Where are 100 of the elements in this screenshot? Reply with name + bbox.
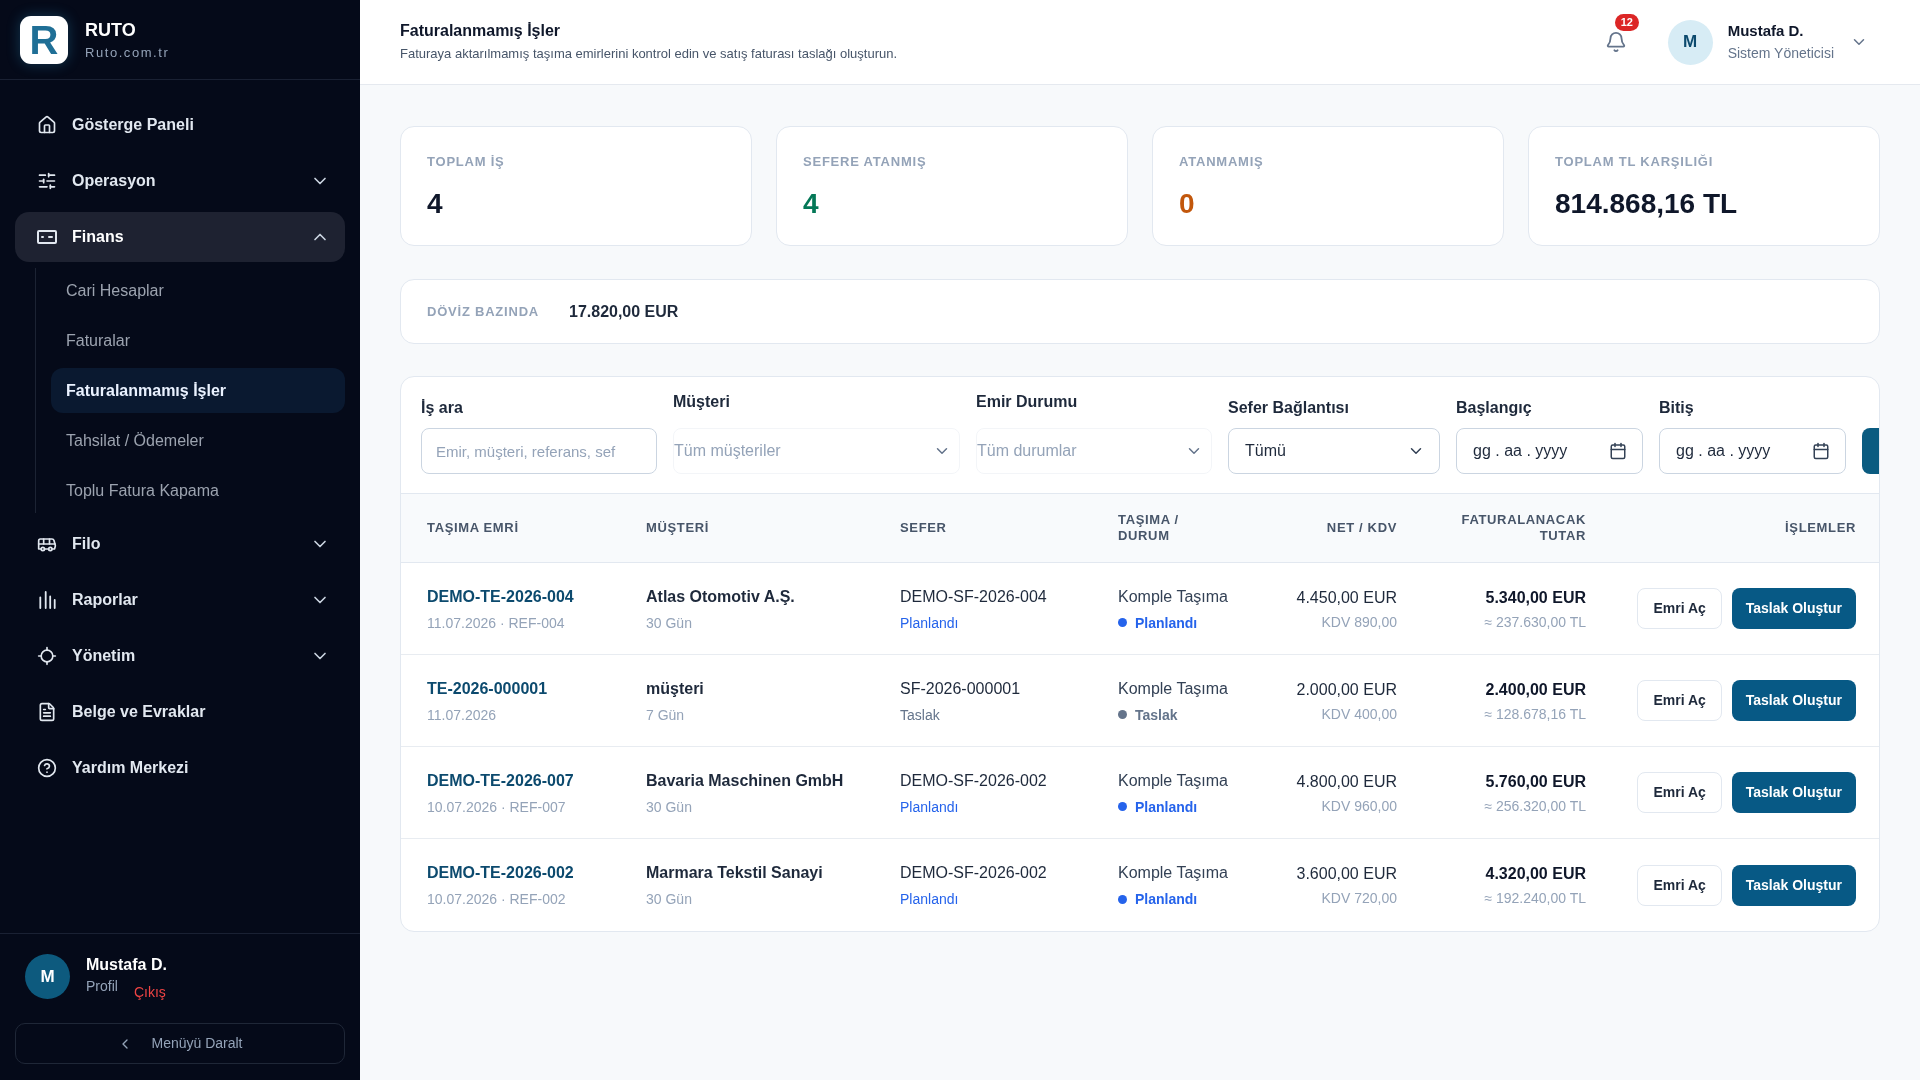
trip-number: DEMO-SF-2026-002	[900, 863, 1048, 883]
trip-number: SF-2026-000001	[900, 678, 1022, 699]
net-amount: 2.000,00 EUR	[1296, 679, 1397, 700]
status-label: Planlandı	[1135, 613, 1198, 633]
filter-label: Emir Durumu	[976, 392, 1079, 412]
brand-name: RUTO	[85, 18, 137, 41]
vat-amount: KDV 400,00	[1321, 704, 1397, 724]
column-header: NET / KDV	[1326, 520, 1397, 536]
create-draft-button[interactable]: Taslak Oluştur	[1731, 864, 1856, 906]
invoice-total: 4.320,00 EUR	[1485, 864, 1586, 884]
document-icon	[37, 702, 57, 722]
customer-name: Marmara Tekstil Sanayi	[646, 863, 824, 883]
date-field[interactable]: gg . aa . yyyy	[1659, 428, 1846, 474]
order-date: 10.07.2026 · REF-007	[427, 797, 567, 817]
filter-label: Sefer Bağlantısı	[1228, 398, 1350, 418]
user-avatar: M	[1667, 19, 1713, 65]
transport-type: Komple Taşıma	[1118, 678, 1229, 699]
column-header: FATURALANACAK TUTAR	[1460, 512, 1586, 544]
submenu-item[interactable]: Toplu Fatura Kapama	[51, 468, 345, 513]
brand-logo: R	[20, 15, 68, 64]
net-amount: 4.450,00 EUR	[1296, 587, 1397, 608]
help-icon	[37, 758, 57, 778]
open-order-button[interactable]: Emri Aç	[1637, 680, 1722, 721]
order-date: 11.07.2026	[427, 705, 498, 725]
stat-label: TOPLAM İŞ	[427, 153, 506, 171]
filter-label: Müşteri	[673, 392, 731, 412]
create-draft-button[interactable]: Taslak Oluştur	[1731, 588, 1856, 629]
filter-label: Bitiş	[1659, 398, 1695, 418]
invoice-total-try: ≈ 256.320,00 TL	[1484, 796, 1586, 816]
invoice-total: 5.340,00 EUR	[1485, 587, 1586, 608]
open-order-button[interactable]: Emri Aç	[1637, 772, 1722, 813]
collapse-menu-button[interactable]: Menüyü Daralt	[15, 1023, 345, 1064]
stat-value: 4	[427, 187, 444, 221]
order-date: 11.07.2026 · REF-004	[427, 613, 566, 633]
status-label: Planlandı	[1135, 890, 1198, 909]
stat-label: SEFERE ATANMIŞ	[803, 153, 928, 171]
calendar-icon[interactable]	[1609, 442, 1627, 460]
submenu-item[interactable]: Faturalar	[51, 318, 345, 363]
invoice-total-try: ≈ 192.240,00 TL	[1484, 889, 1586, 908]
nav-item[interactable]: Operasyon	[15, 156, 345, 206]
trip-status: Taslak	[900, 705, 941, 725]
vat-amount: KDV 720,00	[1321, 889, 1397, 908]
order-date: 10.07.2026 · REF-002	[427, 890, 567, 909]
logout-link[interactable]: Çıkış	[133, 982, 166, 1002]
payment-term: 30 Gün	[646, 797, 693, 817]
trip-status: Planlandı	[900, 890, 960, 909]
column-header: İŞLEMLER	[1785, 520, 1856, 536]
create-draft-button[interactable]: Taslak Oluştur	[1731, 680, 1856, 721]
nav-item[interactable]: Belge ve Evraklar	[15, 687, 345, 737]
calendar-icon[interactable]	[1812, 442, 1830, 460]
page-title: Faturalanmamış İşler	[400, 21, 562, 41]
filter-label: Başlangıç	[1456, 398, 1533, 418]
summary-label: DÖVİZ BAZINDA	[427, 302, 539, 321]
column-header: MÜŞTERİ	[646, 520, 711, 536]
submenu-item[interactable]: Tahsilat / Ödemeler	[51, 418, 345, 463]
nav-item[interactable]: Raporlar	[15, 575, 345, 625]
nav-item[interactable]: Yardım Merkezi	[15, 743, 345, 793]
customer-name: Bavaria Maschinen GmbH	[646, 770, 845, 791]
invoice-total-try: ≈ 237.630,00 TL	[1484, 612, 1586, 632]
stat-value: 814.868,16 TL	[1555, 187, 1739, 221]
create-draft-button[interactable]: Taslak Oluştur	[1731, 772, 1856, 813]
net-amount: 4.800,00 EUR	[1296, 771, 1397, 792]
open-order-button[interactable]: Emri Aç	[1637, 588, 1722, 629]
cut-off-button[interactable]	[1862, 428, 1879, 474]
order-link[interactable]: DEMO-TE-2026-002	[427, 861, 646, 885]
notification-badge: 12	[1614, 14, 1639, 31]
nav-item[interactable]: Gösterge Paneli	[15, 100, 345, 150]
user-role: Sistem Yöneticisi	[1727, 44, 1834, 63]
search-field[interactable]: Emir, müşteri, referans, sef	[421, 428, 657, 474]
nav-item[interactable]: Filo	[15, 519, 345, 569]
transport-type: Komple Taşıma	[1118, 863, 1229, 883]
order-link[interactable]: TE-2026-000001	[427, 676, 646, 701]
stat-value: 4	[803, 187, 820, 221]
bell-icon	[1604, 31, 1627, 53]
stat-label: ATANMAMIŞ	[1179, 153, 1265, 171]
open-order-button[interactable]: Emri Aç	[1637, 864, 1722, 906]
column-header: TAŞIMA EMRİ	[427, 520, 520, 536]
order-link[interactable]: DEMO-TE-2026-007	[427, 768, 646, 793]
stat-label: TOPLAM TL KARŞILIĞI	[1555, 153, 1715, 171]
transport-type: Komple Taşıma	[1118, 770, 1229, 791]
submenu-item[interactable]: Cari Hesaplar	[51, 268, 345, 313]
column-header: SEFER	[900, 520, 948, 536]
order-link[interactable]: DEMO-TE-2026-004	[427, 584, 646, 609]
nav-item[interactable]: Yönetim	[15, 631, 345, 681]
profile-link[interactable]: Profil	[86, 976, 118, 996]
page-subtitle: Faturaya aktarılmamış taşıma emirlerini kontrol edin ve satış faturası taslağı oluşturun.	[400, 45, 898, 63]
date-field[interactable]: gg . aa . yyyy	[1456, 428, 1643, 474]
home-icon	[37, 115, 57, 135]
stat-value: 0	[1179, 187, 1196, 221]
crosshair-icon	[37, 646, 57, 666]
card-icon	[37, 230, 57, 244]
user-avatar: M	[25, 954, 70, 999]
invoice-total-try: ≈ 128.678,16 TL	[1484, 704, 1586, 724]
vat-amount: KDV 960,00	[1321, 796, 1397, 816]
status-label: Planlandı	[1135, 797, 1198, 817]
nav-item[interactable]: Finans	[15, 212, 345, 262]
trip-number: DEMO-SF-2026-004	[900, 586, 1048, 607]
dropdown-field[interactable]: Tümü	[1228, 428, 1440, 474]
user-name: Mustafa D.	[1727, 21, 1805, 41]
submenu-item[interactable]: Faturalanmamış İşler	[51, 368, 345, 413]
